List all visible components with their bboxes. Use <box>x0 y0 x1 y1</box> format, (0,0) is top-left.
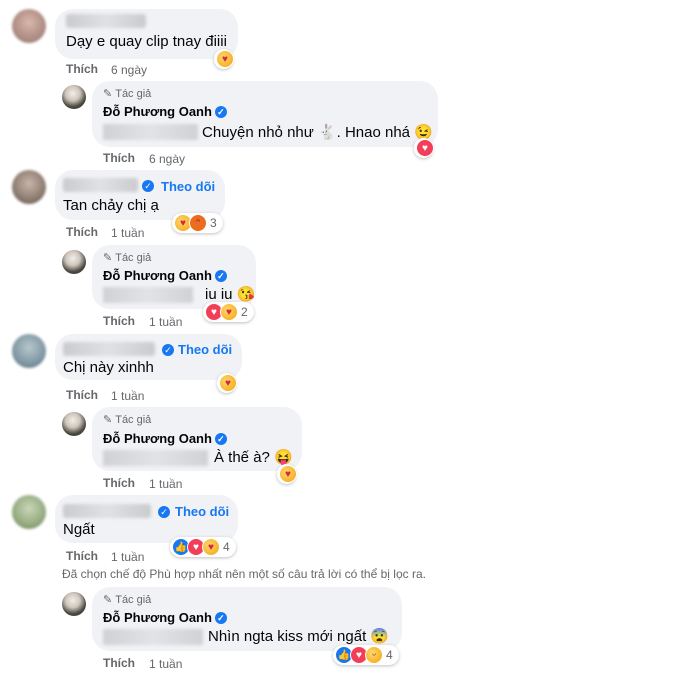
reply-text: Nhìn ngta kiss mới ngất 😨 <box>208 628 390 645</box>
verified-badge-icon: ✓ <box>214 433 227 445</box>
angry-reaction-icon: ᵔ <box>189 214 207 232</box>
author-badge: ✎ Tác giả <box>103 88 152 100</box>
like-button[interactable]: Thích <box>66 62 98 76</box>
author-badge: ✎ Tác giả <box>103 414 152 426</box>
commenter-avatar[interactable] <box>12 9 46 43</box>
care-reaction-icon: ♥ <box>219 374 237 392</box>
tagged-user-redacted <box>103 450 208 466</box>
reply-reactions[interactable]: ♥ <box>414 138 434 158</box>
author-badge: ✎ Tác giả <box>103 252 152 264</box>
sad-reaction-icon: ᵕ <box>365 646 383 664</box>
follow-button[interactable]: Theo dõi <box>161 179 215 194</box>
like-button[interactable]: Thích <box>103 314 135 328</box>
reply-text: iu iu 😘 <box>205 286 256 303</box>
verified-badge-icon: ✓ <box>214 270 227 282</box>
comment-timestamp[interactable]: 1 tuần <box>111 550 144 564</box>
comment-timestamp[interactable]: 1 tuần <box>111 389 144 403</box>
reply-timestamp[interactable]: 1 tuần <box>149 477 182 491</box>
like-button[interactable]: Thích <box>66 225 98 239</box>
reaction-count: 3 <box>210 216 217 230</box>
reply-reactions[interactable]: ♥ <box>277 464 297 484</box>
verified-badge-icon: ✓ <box>158 506 170 518</box>
comment-reactions[interactable]: ♥ <box>217 373 237 393</box>
like-button[interactable]: Thích <box>66 388 98 402</box>
love-reaction-icon: ♥ <box>416 139 434 157</box>
care-reaction-icon: ♥ <box>220 303 238 321</box>
like-button[interactable]: Thích <box>103 656 135 670</box>
tagged-user-redacted <box>103 629 203 645</box>
author-name[interactable]: Đỗ Phương Oanh ✓ <box>103 268 227 283</box>
verified-badge-icon: ✓ <box>142 180 154 192</box>
commenter-name-redacted <box>66 14 146 28</box>
author-avatar[interactable] <box>62 250 86 274</box>
reply-timestamp[interactable]: 6 ngày <box>149 152 185 166</box>
care-reaction-icon: ♥ <box>279 465 297 483</box>
pencil-icon: ✎ <box>103 594 113 606</box>
tagged-user-redacted <box>103 287 193 303</box>
comment-reactions[interactable]: ♥ ᵔ 3 <box>172 213 223 233</box>
like-button[interactable]: Thích <box>66 549 98 563</box>
author-name[interactable]: Đỗ Phương Oanh ✓ <box>103 431 227 446</box>
care-reaction-icon: ♥ <box>216 50 234 68</box>
comment-text: Chị này xinhh <box>63 359 154 376</box>
care-reaction-icon: ♥ <box>202 538 220 556</box>
comment-reactions[interactable]: 👍 ♥ ♥ 4 <box>170 537 236 557</box>
reply-text: Chuyện nhỏ như 🐇. Hnao nhá 😉 <box>202 124 433 141</box>
comment-timestamp[interactable]: 1 tuần <box>111 226 144 240</box>
commenter-avatar[interactable] <box>12 334 46 368</box>
verified-badge-icon: ✓ <box>162 344 174 356</box>
pencil-icon: ✎ <box>103 252 113 264</box>
verified-badge-icon: ✓ <box>214 612 227 624</box>
verified-badge-icon: ✓ <box>214 106 227 118</box>
filter-notice: Đã chọn chế độ Phù hợp nhất nên một số c… <box>62 567 426 581</box>
pencil-icon: ✎ <box>103 414 113 426</box>
author-avatar[interactable] <box>62 592 86 616</box>
author-name[interactable]: Đỗ Phương Oanh ✓ <box>103 104 227 119</box>
author-badge: ✎ Tác giả <box>103 594 152 606</box>
comment-timestamp[interactable]: 6 ngày <box>111 63 147 77</box>
like-button[interactable]: Thích <box>103 151 135 165</box>
comment-text: Dạy e quay clip tnay điiii <box>66 33 227 50</box>
commenter-name-redacted <box>63 178 138 192</box>
like-button[interactable]: Thích <box>103 476 135 490</box>
commenter-name-redacted <box>63 504 151 518</box>
reaction-count: 4 <box>386 648 393 662</box>
author-avatar[interactable] <box>62 412 86 436</box>
author-avatar[interactable] <box>62 85 86 109</box>
reply-reactions[interactable]: ♥ ♥ 2 <box>203 302 254 322</box>
reply-reactions[interactable]: 👍 ♥ ᵕ 4 <box>333 645 399 665</box>
reply-text: À thế à? 😝 <box>214 449 293 466</box>
reply-timestamp[interactable]: 1 tuần <box>149 657 182 671</box>
comment-reactions[interactable]: ♥ <box>214 49 234 69</box>
commenter-name-redacted <box>63 342 155 356</box>
commenter-avatar[interactable] <box>12 495 46 529</box>
comment-text: Ngất <box>63 521 95 538</box>
reaction-count: 4 <box>223 540 230 554</box>
comment-text: Tan chảy chị ạ <box>63 197 159 214</box>
commenter-avatar[interactable] <box>12 170 46 204</box>
follow-button[interactable]: Theo dõi <box>178 342 232 357</box>
author-name[interactable]: Đỗ Phương Oanh ✓ <box>103 610 227 625</box>
reaction-count: 2 <box>241 305 248 319</box>
follow-button[interactable]: Theo dõi <box>175 504 229 519</box>
reply-timestamp[interactable]: 1 tuần <box>149 315 182 329</box>
pencil-icon: ✎ <box>103 88 113 100</box>
tagged-user-redacted <box>103 124 198 140</box>
